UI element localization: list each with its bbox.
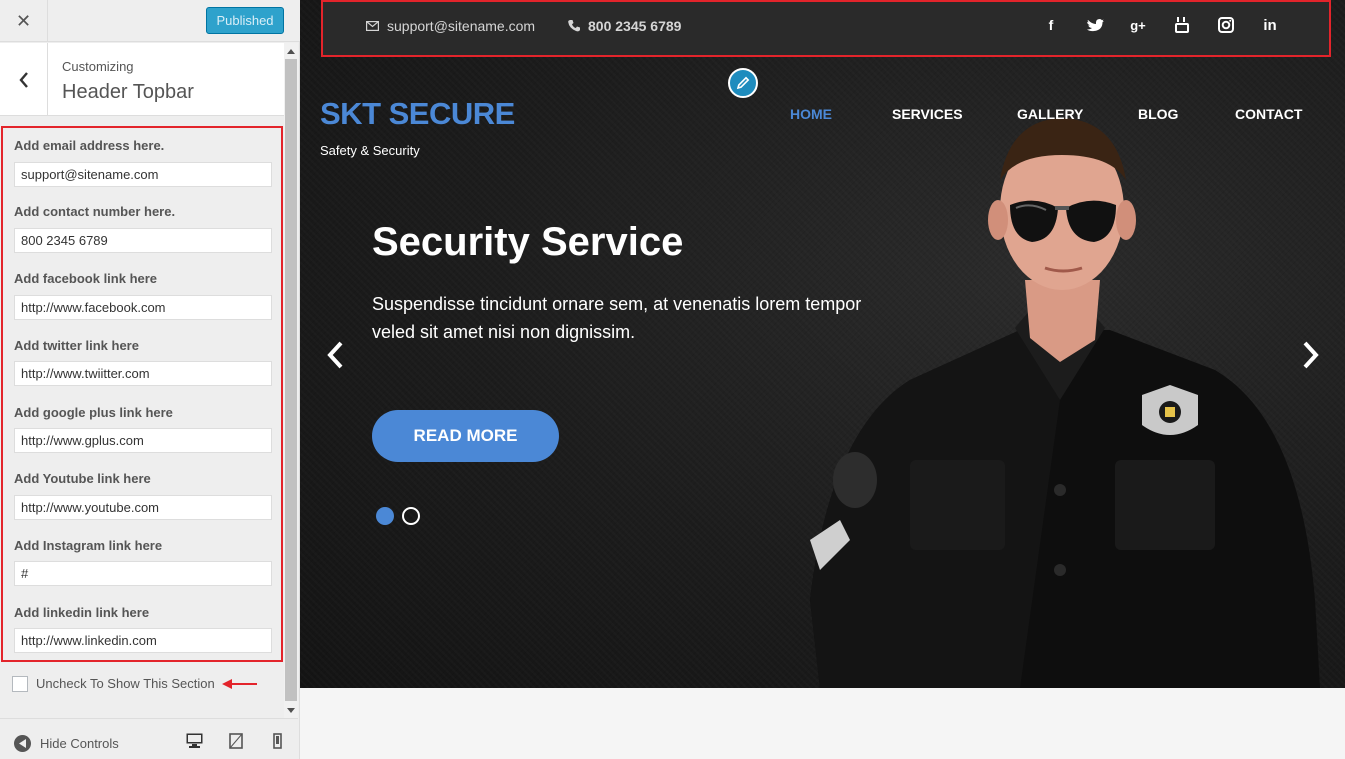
close-icon: ✕	[15, 10, 32, 31]
site-tagline: Safety & Security	[320, 143, 420, 158]
google-plus-icon[interactable]: g+	[1129, 16, 1147, 34]
youtube-field-label: Add Youtube link here	[14, 471, 151, 486]
section-title: Header Topbar	[62, 81, 194, 103]
section-header: Customizing Header Topbar	[0, 43, 284, 116]
collapse-icon[interactable]	[14, 735, 31, 752]
instagram-field-label: Add Instagram link here	[14, 538, 163, 553]
scroll-down-arrow-icon[interactable]	[284, 702, 298, 718]
hide-controls-button[interactable]: Hide Controls	[40, 736, 119, 751]
linkedin-link-field[interactable]	[14, 628, 272, 653]
back-button[interactable]	[0, 43, 48, 116]
mobile-preview-icon[interactable]	[273, 733, 282, 749]
slider-dot-active[interactable]	[376, 507, 394, 525]
twitter-icon[interactable]	[1086, 16, 1104, 34]
published-button[interactable]: Published	[206, 7, 284, 34]
phone-icon	[568, 20, 580, 32]
red-arrow-icon	[222, 679, 257, 689]
pencil-icon	[736, 76, 750, 90]
nav-gallery[interactable]: GALLERY	[1017, 106, 1083, 122]
desktop-preview-icon[interactable]	[186, 733, 203, 748]
email-field-label: Add email address here.	[14, 138, 165, 153]
topbar-phone[interactable]: 800 2345 6789	[588, 18, 681, 34]
contact-number-field[interactable]	[14, 228, 272, 253]
hero-slider: support@sitename.com 800 2345 6789 f g+ …	[300, 0, 1345, 688]
customizer-sidebar: ✕ Published Customizing Header Topbar Ad…	[0, 0, 300, 759]
topbar-email[interactable]: support@sitename.com	[387, 18, 535, 34]
show-section-checkbox-label: Uncheck To Show This Section	[36, 676, 215, 691]
slide-description: Suspendisse tincidunt ornare sem, at ven…	[372, 294, 862, 342]
linkedin-icon[interactable]: in	[1261, 16, 1279, 34]
customizing-breadcrumb: Customizing	[62, 59, 134, 74]
nav-services[interactable]: SERVICES	[892, 106, 963, 122]
slider-prev-arrow-icon[interactable]	[326, 340, 344, 370]
google-plus-field-label: Add google plus link here	[14, 405, 173, 420]
sidebar-scrollbar[interactable]	[284, 43, 298, 718]
facebook-icon[interactable]: f	[1042, 16, 1060, 34]
envelope-icon	[366, 21, 379, 31]
header-topbar: support@sitename.com 800 2345 6789 f g+ …	[321, 0, 1331, 57]
instagram-icon[interactable]	[1217, 16, 1235, 34]
youtube-link-field[interactable]	[14, 495, 272, 520]
slide-title: Security Service	[372, 220, 684, 264]
slider-dot[interactable]	[402, 507, 420, 525]
scrollbar-thumb[interactable]	[285, 59, 297, 701]
security-officer-image	[810, 118, 1320, 688]
close-customizer-button[interactable]: ✕	[0, 0, 48, 42]
site-preview: support@sitename.com 800 2345 6789 f g+ …	[300, 0, 1345, 759]
email-field[interactable]	[14, 162, 272, 187]
contact-number-field-label: Add contact number here.	[14, 204, 176, 219]
twitter-field-label: Add twitter link here	[14, 338, 139, 353]
read-more-button[interactable]: READ MORE	[372, 410, 559, 462]
instagram-link-field[interactable]	[14, 561, 272, 586]
customizer-header-bar: ✕ Published	[0, 0, 300, 42]
facebook-field-label: Add facebook link here	[14, 271, 158, 286]
show-section-checkbox[interactable]	[12, 676, 28, 692]
nav-contact[interactable]: CONTACT	[1235, 106, 1302, 122]
chevron-left-icon	[18, 71, 28, 88]
nav-blog[interactable]: BLOG	[1138, 106, 1178, 122]
facebook-link-field[interactable]	[14, 295, 272, 320]
customizer-footer: Hide Controls	[0, 718, 298, 759]
edit-shortcut-button[interactable]	[728, 68, 758, 98]
slider-next-arrow-icon[interactable]	[1302, 340, 1320, 370]
topbar-settings-panel: Add email address here. Add contact numb…	[1, 126, 283, 662]
linkedin-field-label: Add linkedin link here	[14, 605, 150, 620]
google-plus-link-field[interactable]	[14, 428, 272, 453]
tablet-preview-icon[interactable]	[229, 733, 243, 749]
site-logo[interactable]: SKT SECURE	[320, 96, 515, 132]
scroll-up-arrow-icon[interactable]	[284, 43, 298, 59]
youtube-icon[interactable]	[1173, 16, 1191, 34]
twitter-link-field[interactable]	[14, 361, 272, 386]
nav-home[interactable]: HOME	[790, 106, 832, 122]
